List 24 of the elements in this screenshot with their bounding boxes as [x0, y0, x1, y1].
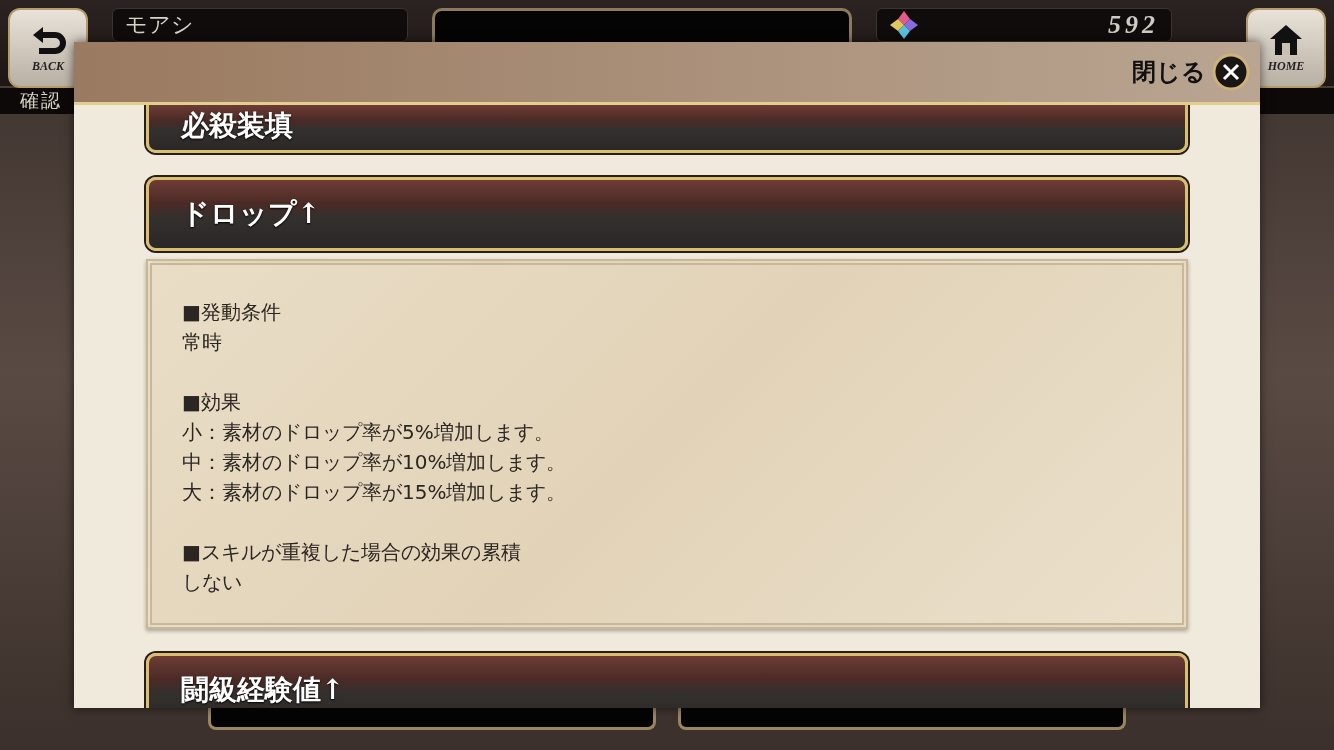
back-button[interactable]: BACK	[8, 8, 88, 88]
skill-title: 必殺装填	[181, 108, 293, 144]
description-line: 大：素材のドロップ率が15%増加します。	[182, 479, 568, 506]
description-line: 常時	[182, 329, 223, 356]
description-line: 中：素材のドロップ率が10%増加します。	[182, 449, 568, 476]
gem-icon	[889, 10, 919, 40]
description-heading: ■発動条件	[182, 299, 282, 326]
sub-label: 確認	[20, 88, 62, 113]
skill-header[interactable]: ドロップ↑	[146, 177, 1188, 251]
currency-field: 592	[876, 8, 1172, 42]
description-line: しない	[182, 569, 243, 596]
menu-button[interactable]	[678, 708, 1126, 730]
close-icon	[1212, 53, 1250, 91]
description-line: 小：素材のドロップ率が5%増加します。	[182, 419, 555, 446]
skill-title: 闘級経験値↑	[181, 672, 345, 708]
home-icon	[1268, 22, 1304, 57]
menu-button[interactable]	[208, 708, 656, 730]
player-name-field: モアシ	[112, 8, 408, 42]
home-button[interactable]: HOME	[1246, 8, 1326, 88]
skill-header[interactable]: 必殺装填	[146, 105, 1188, 153]
skill-title: ドロップ↑	[181, 196, 321, 232]
description-heading: ■効果	[182, 389, 242, 416]
description-heading: ■スキルが重複した場合の効果の累積	[182, 539, 522, 566]
skill-header[interactable]: 闘級経験値↑	[146, 653, 1188, 708]
